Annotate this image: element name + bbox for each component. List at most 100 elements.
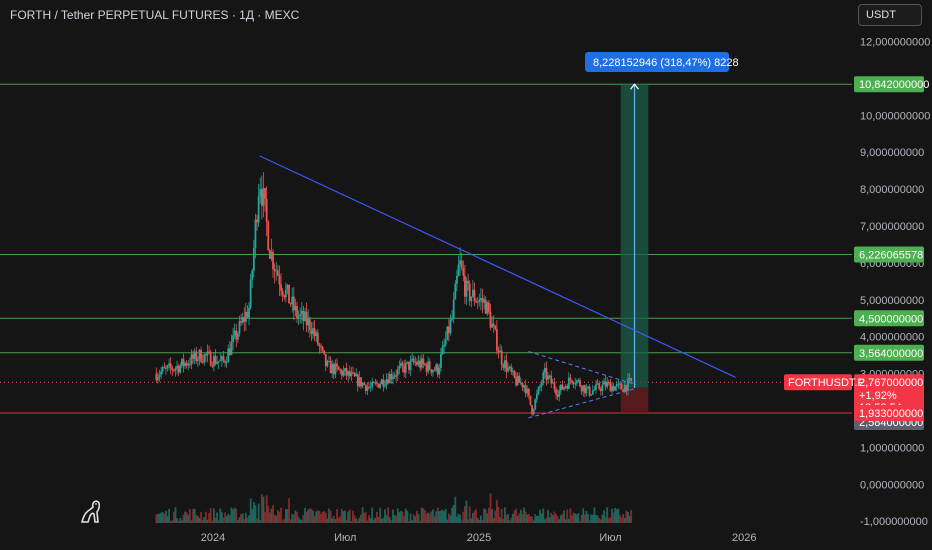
candle-body [304, 311, 306, 321]
volume-bar [382, 517, 385, 523]
volume-bar [168, 509, 171, 523]
candle-body [316, 332, 319, 345]
volume-bar [368, 515, 370, 523]
candle-body [601, 384, 604, 392]
volume-bar [246, 517, 249, 523]
candle-body [187, 363, 190, 366]
volume-bar [545, 517, 548, 523]
candle-body [352, 372, 354, 374]
volume-bar [612, 512, 615, 523]
candle-body [331, 364, 334, 374]
volume-bar [257, 503, 260, 523]
candle-body [305, 311, 308, 326]
volume-bar [182, 514, 185, 523]
volume-bar [619, 515, 621, 523]
candle-body [518, 375, 521, 383]
candle-body [443, 344, 446, 347]
candle-body [232, 335, 234, 343]
volume-bar [238, 517, 241, 523]
volume-bar [531, 516, 533, 523]
volume-bar [539, 509, 541, 523]
candle-body [379, 383, 382, 388]
volume-bar [551, 515, 554, 523]
volume-bar [523, 507, 525, 523]
volume-bar [588, 520, 591, 523]
volume-bar [460, 520, 463, 523]
candle-body [264, 188, 266, 199]
volume-bar [334, 519, 337, 523]
candle-body [553, 382, 556, 390]
volume-bar [361, 507, 364, 523]
candle-body [561, 384, 564, 390]
y-tick-label: -1,000000000 [860, 516, 928, 528]
volume-bar [179, 517, 182, 523]
candle-body [236, 333, 239, 340]
volume-bar [422, 508, 425, 523]
volume-bar [499, 517, 501, 523]
volume-bar [318, 510, 321, 523]
candle-body [510, 366, 513, 372]
volume-bar [558, 519, 561, 523]
volume-bar [484, 509, 487, 523]
candle-body [193, 351, 196, 359]
volume-bar [534, 514, 537, 523]
y-tick-label: 12,000000000 [860, 37, 930, 49]
y-tick-label: 10,000000000 [860, 110, 930, 122]
candle-body [465, 280, 468, 297]
volume-bar [299, 519, 302, 523]
volume-bar [571, 515, 573, 523]
candle-body [524, 385, 527, 394]
candle-body [291, 296, 294, 305]
candle-body [446, 326, 449, 340]
candle-body [475, 301, 477, 303]
volume-bar [420, 507, 423, 523]
volume-bar [193, 508, 196, 523]
candle-body [163, 367, 166, 369]
level-tag: 10,842000000 [859, 79, 929, 91]
candle-body [414, 362, 417, 364]
volume-bar [587, 514, 589, 523]
candle-body [527, 389, 530, 396]
candle-body [342, 371, 345, 376]
volume-bar [374, 517, 377, 523]
volume-bar [190, 520, 193, 523]
volume-bar [347, 511, 350, 523]
volume-bar [312, 510, 314, 523]
volume-bar [320, 513, 322, 523]
candle-body [353, 372, 356, 377]
level-tag: 3,564000000 [859, 348, 923, 360]
candle-body [320, 346, 322, 348]
candle-body [265, 198, 268, 222]
candle-body [283, 295, 286, 298]
candle-body [272, 251, 274, 270]
candle-body [495, 329, 498, 351]
candle-body [436, 364, 439, 375]
candle-body [387, 379, 390, 384]
volume-bar [521, 514, 524, 523]
volume-bar [321, 512, 324, 523]
volume-bar [288, 498, 290, 523]
candle-body [476, 301, 479, 303]
candle-body [540, 382, 543, 387]
candle-body [583, 385, 586, 394]
tradingview-logo [78, 498, 106, 531]
price-chart[interactable]: -1,0000000000,0000000001,0000000002,0000… [0, 0, 932, 550]
candle-body [248, 307, 250, 318]
candle-body [408, 361, 410, 370]
volume-bar [204, 511, 207, 523]
candle-body [388, 374, 391, 384]
candle-body [424, 363, 426, 365]
volume-bar [211, 520, 214, 523]
candle-body [433, 370, 436, 372]
volume-bar [240, 513, 242, 523]
volume-bar [161, 512, 164, 523]
volume-bar [376, 512, 378, 523]
candle-body [168, 363, 171, 366]
volume-bar [401, 511, 404, 523]
candle-body [607, 382, 610, 384]
candle-body [318, 344, 321, 347]
volume-bar [404, 508, 407, 523]
volume-bar [419, 520, 422, 523]
volume-bar [446, 519, 449, 523]
volume-bar [604, 517, 607, 523]
